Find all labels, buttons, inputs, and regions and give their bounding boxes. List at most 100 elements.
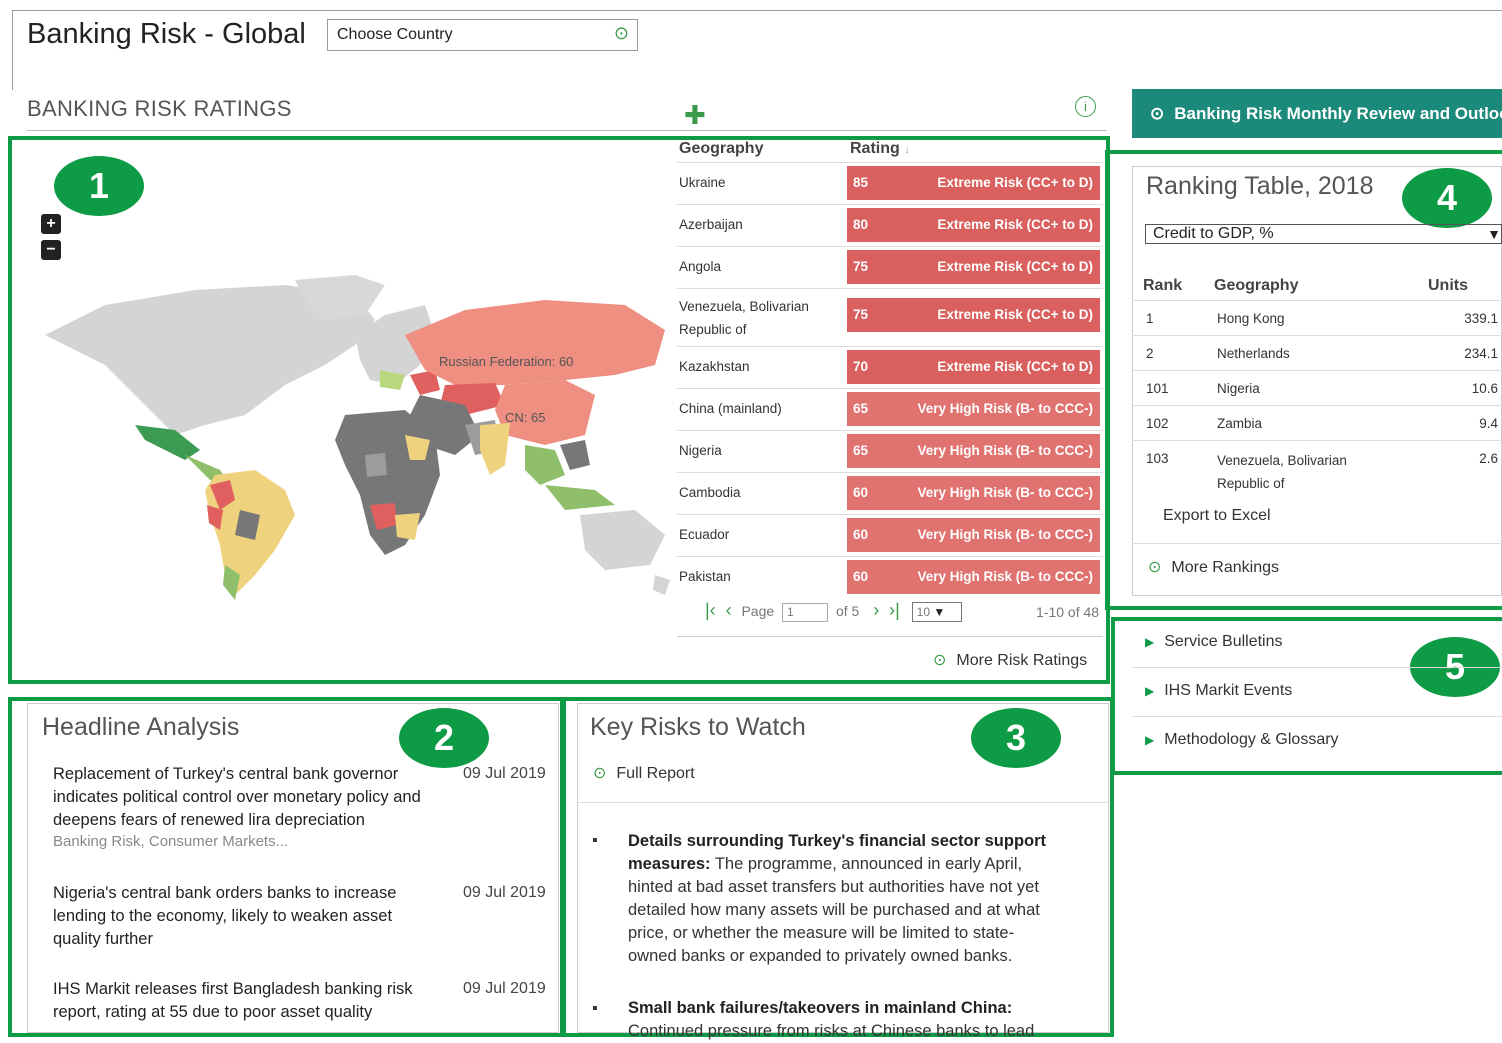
link-methodology-glossary[interactable]: ▶ Methodology & Glossary <box>1145 731 1339 749</box>
pagination: |‹ ‹ Page 1 of 5 › ›| 10 ▼ <box>705 600 962 623</box>
ranking-row: 103 Venezuela, Bolivarian Republic of 2.… <box>1132 440 1502 493</box>
ratings-row[interactable]: Kazakhstan 70 Extreme Risk (CC+ to D) <box>677 346 1103 389</box>
arrow-circle-icon: ⊙ <box>593 765 607 782</box>
pager-count: 1-10 of 48 <box>1036 604 1100 620</box>
ranking-divider <box>1132 543 1502 544</box>
page-input[interactable]: 1 <box>782 602 829 622</box>
link-divider <box>1132 667 1502 668</box>
ratings-row[interactable]: Azerbaijan 80 Extreme Risk (CC+ to D) <box>677 204 1103 247</box>
full-report-label: Full Report <box>616 765 695 782</box>
headline-item-title[interactable]: IHS Markit releases first Bangladesh ban… <box>53 978 433 1024</box>
country-select[interactable]: Choose Country ⊙ <box>327 19 638 51</box>
export-to-excel-button[interactable]: Export to Excel <box>1163 507 1271 525</box>
more-risk-ratings-link[interactable]: ⊙ More Risk Ratings <box>933 650 1087 670</box>
ratings-header-rating-label: Rating <box>850 140 900 157</box>
ranking-metric-value: Credit to GDP, % <box>1153 225 1274 242</box>
ranking-row-units: 2.6 <box>1479 451 1498 466</box>
add-icon[interactable]: ✚ <box>684 100 706 131</box>
ratings-header-geography[interactable]: Geography <box>679 140 763 158</box>
ratings-row[interactable]: Ukraine 85 Extreme Risk (CC+ to D) <box>677 162 1103 205</box>
ratings-row[interactable]: Ecuador 60 Very High Risk (B- to CCC-) <box>677 514 1103 557</box>
expand-triangle-icon: ▶ <box>1145 733 1155 747</box>
ranking-header-geography: Geography <box>1214 277 1299 294</box>
bullet-icon: ▪ <box>592 832 598 849</box>
ranking-row-geo: Zambia <box>1217 416 1263 431</box>
key-risk-text: Continued pressure from risks at Chinese… <box>628 1022 1035 1040</box>
ranking-row-rank: 1 <box>1146 311 1154 326</box>
full-report-link[interactable]: ⊙ Full Report <box>593 763 695 783</box>
headline-item-category: Banking Risk, Consumer Markets... <box>53 833 289 850</box>
header-left-border <box>12 10 13 90</box>
zoom-in-button[interactable]: + <box>41 214 61 234</box>
ranking-row-rank: 103 <box>1146 451 1169 466</box>
prev-page-icon[interactable]: ‹ <box>726 600 732 620</box>
ranking-row-units: 339.1 <box>1464 311 1498 326</box>
risk-bar-value: 65 <box>853 443 869 458</box>
risk-bar-label: Extreme Risk (CC+ to D) <box>937 307 1093 322</box>
ranking-header-rank: Rank <box>1143 277 1183 294</box>
ranking-row-geo: Venezuela, Bolivarian Republic of <box>1217 453 1347 491</box>
next-page-icon[interactable]: › <box>873 600 879 620</box>
link-ihs-markit-events[interactable]: ▶ IHS Markit Events <box>1145 682 1292 700</box>
page-of-label: of 5 <box>835 603 860 619</box>
map-landmass <box>45 275 670 600</box>
ratings-row[interactable]: Cambodia 60 Very High Risk (B- to CCC-) <box>677 472 1103 515</box>
bullet-icon: ▪ <box>592 1000 598 1017</box>
headline-title: Headline Analysis <box>42 713 240 741</box>
monthly-outlook-label: Banking Risk Monthly Review and Outlook <box>1174 104 1502 123</box>
more-risk-ratings-label: More Risk Ratings <box>956 652 1088 669</box>
key-risk-item: Details surrounding Turkey's financial s… <box>628 830 1048 968</box>
last-page-icon[interactable]: ›| <box>889 600 900 620</box>
link-service-bulletins[interactable]: ▶ Service Bulletins <box>1145 633 1283 651</box>
ranking-row-rank: 101 <box>1146 381 1169 396</box>
ratings-row-geo: Venezuela, Bolivarian Republic of <box>679 299 809 337</box>
ranking-title: Ranking Table, 2018 <box>1146 172 1374 200</box>
arrow-circle-icon: ⊙ <box>1148 559 1162 576</box>
ranking-row-units: 10.6 <box>1471 381 1498 396</box>
risk-bar-label: Extreme Risk (CC+ to D) <box>937 359 1093 374</box>
risk-bar-value: 80 <box>853 217 869 232</box>
info-icon[interactable]: i <box>1075 96 1096 117</box>
monthly-outlook-button[interactable]: ⊙ Banking Risk Monthly Review and Outlook <box>1132 89 1502 138</box>
first-page-icon[interactable]: |‹ <box>705 600 716 620</box>
ratings-row-geo: China (mainland) <box>679 401 782 416</box>
ranking-row: 1 Hong Kong 339.1 <box>1132 300 1502 336</box>
headline-item-title[interactable]: Nigeria's central bank orders banks to i… <box>53 882 433 951</box>
risk-bar-label: Very High Risk (B- to CCC-) <box>917 443 1093 458</box>
link-label: Service Bulletins <box>1164 633 1283 650</box>
ratings-row[interactable]: Nigeria 65 Very High Risk (B- to CCC-) <box>677 430 1103 473</box>
risk-bar: 75 Extreme Risk (CC+ to D) <box>847 298 1100 332</box>
ratings-row-geo: Cambodia <box>679 485 741 500</box>
ratings-header-rating[interactable]: Rating ↓ <box>850 140 910 158</box>
zoom-out-button[interactable]: − <box>41 240 61 260</box>
per-page-value: 10 <box>916 605 930 620</box>
ratings-row[interactable]: Pakistan 60 Very High Risk (B- to CCC-) <box>677 556 1103 599</box>
ratings-row[interactable]: China (mainland) 65 Very High Risk (B- t… <box>677 388 1103 431</box>
world-map[interactable]: Russian Federation: 60 CN: 65 <box>25 275 675 605</box>
risk-bar-value: 60 <box>853 527 869 542</box>
link-label: IHS Markit Events <box>1164 682 1293 699</box>
risk-bar-value: 75 <box>853 259 869 274</box>
ratings-row[interactable]: Angola 75 Extreme Risk (CC+ to D) <box>677 246 1103 289</box>
ratings-row[interactable]: Venezuela, Bolivarian Republic of 75 Ext… <box>677 288 1103 347</box>
ratings-row-geo: Pakistan <box>679 569 731 584</box>
risk-bar-value: 75 <box>853 307 869 322</box>
expand-triangle-icon: ▶ <box>1145 635 1155 649</box>
per-page-select[interactable]: 10 ▼ <box>911 602 962 623</box>
risk-bar-value: 85 <box>853 175 869 190</box>
more-rankings-link[interactable]: ⊙ More Rankings <box>1148 557 1279 577</box>
risk-bar: 85 Extreme Risk (CC+ to D) <box>847 166 1100 200</box>
risk-bar-value: 70 <box>853 359 869 374</box>
ranking-metric-select[interactable]: Credit to GDP, % ▼ <box>1145 224 1502 244</box>
key-risk-heading: Small bank failures/takeovers in mainlan… <box>628 999 1013 1017</box>
dropdown-arrow-icon: ▼ <box>933 605 946 620</box>
ranking-header-units: Units <box>1428 277 1468 294</box>
risk-bar: 60 Very High Risk (B- to CCC-) <box>847 560 1100 594</box>
headline-item-title[interactable]: Replacement of Turkey's central bank gov… <box>53 763 433 832</box>
ratings-row-geo: Azerbaijan <box>679 217 743 232</box>
risk-bar: 60 Very High Risk (B- to CCC-) <box>847 476 1100 510</box>
link-label: Methodology & Glossary <box>1164 731 1339 748</box>
ratings-row-geo: Ecuador <box>679 527 730 542</box>
ratings-row-geo: Ukraine <box>679 175 726 190</box>
risk-bar: 60 Very High Risk (B- to CCC-) <box>847 518 1100 552</box>
